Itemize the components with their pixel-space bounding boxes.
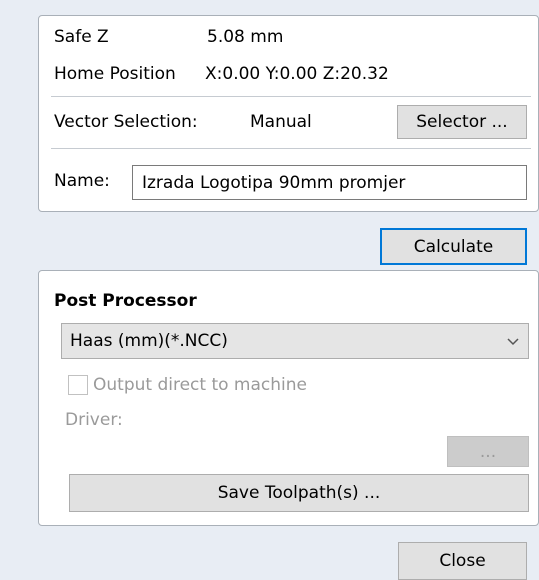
safe-z-label: Safe Z <box>54 27 109 47</box>
safe-z-value: 5.08 mm <box>207 27 284 47</box>
home-position-value: X:0.00 Y:0.00 Z:20.32 <box>205 64 389 84</box>
vector-selection-value: Manual <box>250 112 312 132</box>
toolpath-settings-panel: Safe Z 5.08 mm Home Position X:0.00 Y:0.… <box>38 15 539 212</box>
divider <box>51 148 531 149</box>
save-toolpaths-button[interactable]: Save Toolpath(s) ... <box>69 474 529 512</box>
post-processor-title: Post Processor <box>54 291 197 311</box>
home-position-label: Home Position <box>54 64 176 84</box>
driver-browse-button[interactable]: ... <box>447 436 529 467</box>
chevron-down-icon <box>506 334 520 354</box>
calculate-button[interactable]: Calculate <box>380 228 527 265</box>
vector-selection-label: Vector Selection: <box>54 112 198 132</box>
divider <box>51 96 531 97</box>
post-processor-select[interactable]: Haas (mm)(*.NCC) <box>61 323 529 359</box>
output-direct-checkbox[interactable] <box>68 375 88 395</box>
post-processor-panel: Post Processor Haas (mm)(*.NCC) Output d… <box>38 270 539 526</box>
output-direct-label: Output direct to machine <box>93 375 307 395</box>
post-processor-selected-value: Haas (mm)(*.NCC) <box>70 331 228 351</box>
selector-button[interactable]: Selector ... <box>397 105 527 139</box>
close-button[interactable]: Close <box>398 542 527 580</box>
name-label: Name: <box>54 171 110 191</box>
driver-label: Driver: <box>65 410 123 430</box>
toolpath-name-input[interactable]: Izrada Logotipa 90mm promjer <box>132 165 527 200</box>
